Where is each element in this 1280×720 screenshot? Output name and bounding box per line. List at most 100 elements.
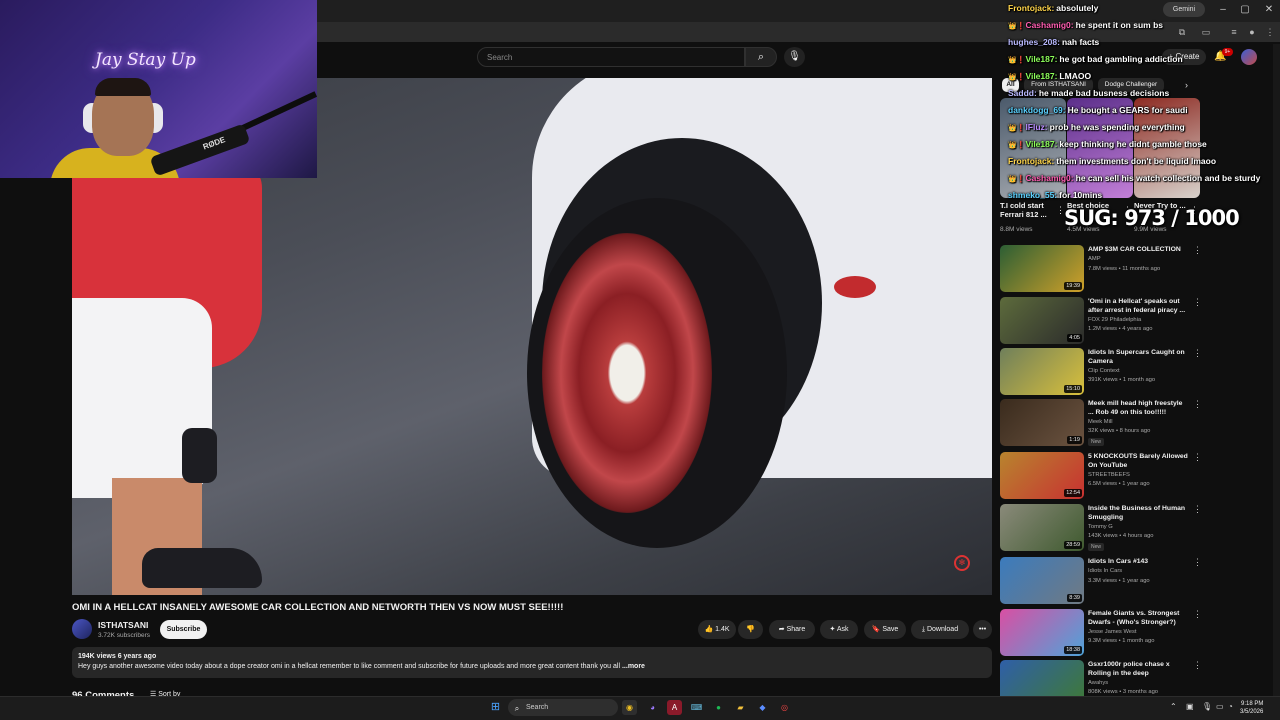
recommended-title[interactable]: Idiots In Cars #143 — [1088, 557, 1188, 566]
microphone-icon[interactable]: 🎙 — [1202, 702, 1212, 711]
dislike-button[interactable]: 👎 — [738, 620, 763, 639]
video-thumbnail[interactable]: 8:39 — [1000, 557, 1084, 604]
streamer-hair — [95, 78, 151, 96]
recommended-video[interactable]: 15:10 Idiots In Supercars Caught on Camer… — [1000, 348, 1240, 396]
recommended-channel[interactable]: Awahys — [1088, 680, 1108, 686]
video-thumbnail[interactable]: 15:10 — [1000, 348, 1084, 395]
taskbar-search[interactable]: Search — [508, 699, 618, 716]
chrome-icon[interactable]: ◉ — [622, 700, 637, 715]
recommended-title[interactable]: 'Omi in a Hellcat' speaks out after arre… — [1088, 297, 1188, 315]
chat-message: 👑❗Cashamig0: he can sell his watch collec… — [1008, 173, 1280, 190]
recommended-video[interactable]: 4:05 'Omi in a Hellcat' speaks out after … — [1000, 297, 1240, 345]
video-thumbnail[interactable]: 19:39 — [1000, 245, 1084, 292]
video-thumbnail[interactable]: 1:19 — [1000, 399, 1084, 446]
recommended-title[interactable]: 5 KNOCKOUTS Barely Allowed On YouTube — [1088, 452, 1188, 470]
recommended-title[interactable]: Inside the Business of Human Smuggling — [1088, 504, 1188, 522]
chat-badge-icon: 👑❗ — [1008, 23, 1026, 30]
recommended-video[interactable]: 19:39 AMP $3M CAR COLLECTION AMP 7.8M views… — [1000, 245, 1240, 293]
recommended-channel[interactable]: Jesse James West — [1088, 629, 1137, 635]
app-a-icon[interactable]: A — [667, 700, 682, 715]
channel-avatar[interactable] — [72, 619, 92, 639]
chat-username: Cashamig0: — [1025, 20, 1074, 30]
wifi-icon[interactable]: ◔ — [1228, 702, 1233, 711]
chat-badge-icon: 👑❗ — [1008, 57, 1026, 64]
recommended-video[interactable]: 12:54 5 KNOCKOUTS Barely Allowed On YouTu… — [1000, 452, 1240, 500]
recommended-channel[interactable]: Idiots In Cars — [1088, 568, 1122, 574]
search-icon[interactable]: ⌕ — [745, 47, 777, 67]
recommended-views: 6.5M views • 1 year ago — [1088, 481, 1150, 487]
kebab-icon[interactable]: ⋮ — [1193, 452, 1202, 463]
stream-chat-overlay: Frontojack: absolutely 👑❗Cashamig0: he spen… — [1008, 3, 1280, 207]
webcam-overlay: Jay Stay Up RØDE — [0, 0, 317, 178]
channel-watermark-icon[interactable]: ✻ — [954, 555, 970, 571]
like-button[interactable]: 👍 1.4K — [698, 620, 736, 639]
recommended-channel[interactable]: Clip Context — [1088, 368, 1120, 374]
kebab-icon[interactable]: ⋮ — [1193, 660, 1202, 671]
recommended-channel[interactable]: Tommy G — [1088, 524, 1113, 530]
kebab-icon[interactable]: ⋮ — [1193, 245, 1202, 256]
recommended-video[interactable]: 18:38 Female Giants vs. Strongest Dwarfs … — [1000, 609, 1240, 657]
kebab-icon[interactable]: ⋮ — [1193, 609, 1202, 620]
recommended-channel[interactable]: STREETBEEFS — [1088, 472, 1130, 478]
recommended-channel[interactable]: AMP — [1088, 256, 1101, 262]
recommended-video[interactable]: 8:39 Idiots In Cars #143 Idiots In Cars 3.3… — [1000, 557, 1240, 605]
microphone-icon[interactable]: 🎙 — [784, 47, 805, 67]
recommended-channel[interactable]: FOX 29 Philadelphia — [1088, 317, 1141, 323]
recommended-video[interactable]: 1:19 Meek mill head high freestyle ... Ro… — [1000, 399, 1240, 447]
kebab-icon[interactable]: ⋮ — [1193, 557, 1202, 568]
duration-badge: 19:39 — [1064, 282, 1082, 290]
duration-badge: 15:10 — [1064, 385, 1082, 393]
clock[interactable]: 9:18 PM 3/5/2026 — [1240, 700, 1263, 716]
download-button[interactable]: ⤓ Download — [911, 620, 969, 639]
duration-badge: 8:39 — [1067, 594, 1082, 602]
video-thumbnail[interactable]: 18:38 — [1000, 609, 1084, 656]
kebab-icon[interactable]: ⋮ — [1193, 297, 1202, 308]
share-button[interactable]: ➦ Share — [769, 620, 815, 639]
discord-icon[interactable]: ◕ — [645, 700, 660, 715]
more-actions-button[interactable]: ••• — [973, 620, 992, 639]
description-more-link[interactable]: ...more — [622, 663, 645, 670]
tray-app-icon[interactable]: ▣ — [1186, 702, 1194, 711]
recommended-title[interactable]: Gsxr1000r police chase x Rolling in the … — [1088, 660, 1188, 678]
chat-username: Saddd: — [1008, 88, 1037, 98]
recommended-channel[interactable]: Meek Mill — [1088, 419, 1112, 425]
new-badge: New — [1088, 438, 1105, 446]
chat-text: for 10mins — [1059, 190, 1103, 200]
save-button[interactable]: 🔖 Save — [864, 620, 906, 639]
video-thumbnail[interactable]: 12:54 — [1000, 452, 1084, 499]
kebab-icon[interactable]: ⋮ — [1193, 348, 1202, 359]
like-count: 1.4K — [715, 626, 730, 633]
recommended-title[interactable]: Idiots In Supercars Caught on Camera — [1088, 348, 1188, 366]
recommended-title[interactable]: Female Giants vs. Strongest Dwarfs - (Wh… — [1088, 609, 1188, 627]
chat-message: 👑❗Vile187: keep thinking he didnt gamble … — [1008, 139, 1280, 156]
chat-text: prob he was spending everything — [1049, 122, 1185, 132]
windows-start-icon[interactable]: ⊞ — [488, 700, 503, 715]
app-icon[interactable]: ◆ — [755, 700, 770, 715]
chat-username: shmeko_55: — [1008, 190, 1058, 200]
channel-name[interactable]: ISTHATSANI — [98, 620, 148, 630]
search-input[interactable]: Search — [477, 47, 745, 67]
recommended-title[interactable]: Meek mill head high freestyle ... Rob 49… — [1088, 399, 1188, 417]
monitor-icon[interactable]: ▭ — [1216, 702, 1224, 711]
recommended-title[interactable]: AMP $3M CAR COLLECTION — [1088, 245, 1188, 254]
description-box[interactable]: 194K views 6 years ago Hey guys another … — [72, 647, 992, 678]
obs-icon[interactable]: ◎ — [777, 700, 792, 715]
duration-badge: 4:05 — [1067, 334, 1082, 342]
chat-username: hughes_208: — [1008, 37, 1060, 47]
spotify-icon[interactable]: ● — [711, 700, 726, 715]
duration-badge: 28:59 — [1064, 541, 1082, 549]
chat-text: He bought a GEARS for saudi — [1067, 105, 1188, 115]
ask-button[interactable]: ✦ Ask — [820, 620, 858, 639]
subscribe-button[interactable]: Subscribe — [160, 620, 207, 639]
chat-badge-icon: 👑❗ — [1008, 176, 1026, 183]
share-label: Share — [786, 626, 806, 633]
video-thumbnail[interactable]: 28:59 — [1000, 504, 1084, 551]
kebab-icon[interactable]: ⋮ — [1193, 399, 1202, 410]
recommended-video[interactable]: 28:59 Inside the Business of Human Smuggl… — [1000, 504, 1240, 552]
folder-icon[interactable]: ▰ — [733, 700, 748, 715]
video-thumbnail[interactable]: 4:05 — [1000, 297, 1084, 344]
tray-chevron-icon[interactable]: ⌃ — [1170, 702, 1177, 711]
shorts-views: 8.8M views — [1000, 226, 1033, 233]
kebab-icon[interactable]: ⋮ — [1193, 504, 1202, 515]
terminal-icon[interactable]: ⌨ — [689, 700, 704, 715]
